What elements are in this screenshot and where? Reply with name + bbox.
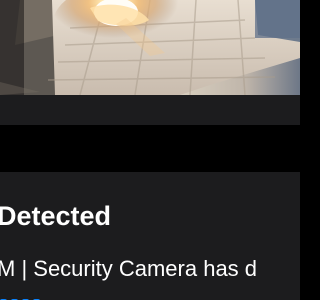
camera-snapshot[interactable] xyxy=(0,0,300,95)
notification-header-band xyxy=(0,95,300,125)
alert-body: M | Security Camera has d xyxy=(0,256,258,281)
notification-screen: Detected M | Security Camera has d xyxy=(0,0,300,300)
alert-title: Detected xyxy=(0,201,112,231)
cut-off-link[interactable] xyxy=(0,293,48,300)
notification-divider xyxy=(0,125,300,172)
security-camera-image xyxy=(0,0,300,95)
